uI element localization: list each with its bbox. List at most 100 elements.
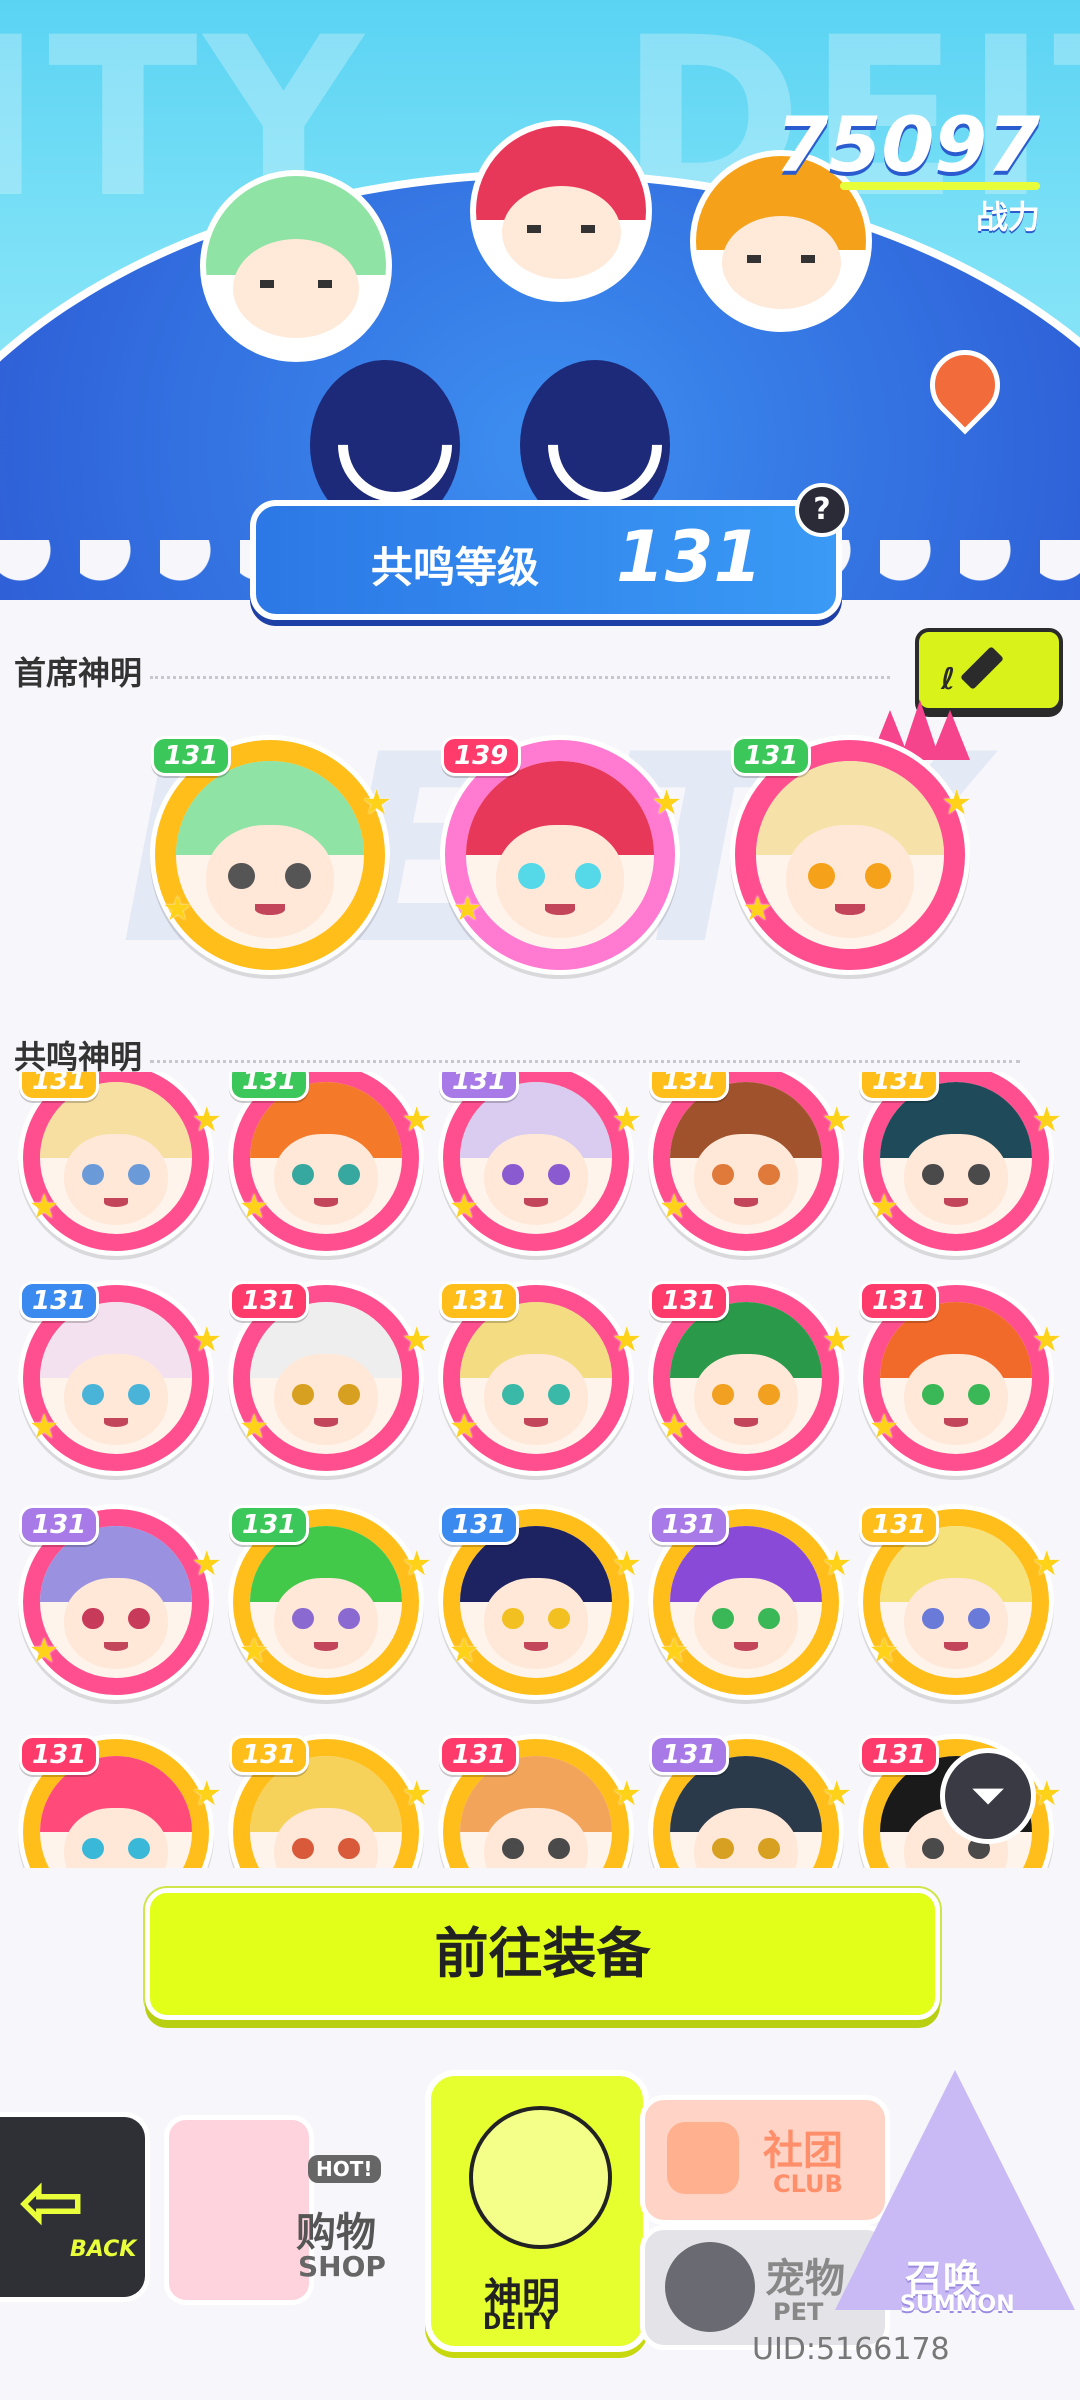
- pet-icon: [665, 2242, 755, 2332]
- deity-avatar: [669, 1525, 823, 1679]
- star-icon: ★: [162, 888, 193, 929]
- deity-face: [64, 1577, 168, 1670]
- deity-level-tag: 131: [439, 1072, 520, 1101]
- deity-mouth: [313, 1417, 339, 1427]
- deity-portrait[interactable]: 131 ★ ★: [648, 1504, 852, 1700]
- deity-avatar: [175, 760, 365, 950]
- deity-portrait[interactable]: 131 ★ ★: [18, 1072, 222, 1256]
- resonance-level-badge: 共鸣等级 131: [250, 500, 842, 620]
- deity-level-tag: 131: [649, 1281, 730, 1321]
- deity-eye: [502, 1608, 524, 1630]
- deity-eye: [292, 1608, 314, 1630]
- deity-portrait[interactable]: 131 ★ ★: [228, 1504, 432, 1700]
- deity-portrait[interactable]: 131 ★ ★: [438, 1504, 642, 1700]
- club-icon: [667, 2122, 739, 2194]
- help-button[interactable]: ?: [795, 483, 849, 537]
- deity-eye: [502, 1164, 524, 1186]
- deity-portrait[interactable]: 131 ★ ★: [648, 1072, 852, 1256]
- deity-avatar: [879, 1301, 1033, 1455]
- deity-avatar: [249, 1301, 403, 1455]
- deity-avatar: [459, 1301, 613, 1455]
- deity-level-tag: 131: [151, 736, 232, 776]
- deity-portrait[interactable]: 131 ★ ★: [18, 1504, 222, 1700]
- deity-mouth: [523, 1641, 549, 1651]
- star-icon: ★: [659, 1861, 689, 1868]
- hot-badge: HOT!: [308, 2155, 381, 2183]
- star-icon: ★: [401, 1100, 433, 1141]
- chibi-character-1[interactable]: [200, 170, 392, 362]
- nav-summon[interactable]: 召唤 SUMMON: [835, 2070, 1075, 2330]
- deity-avatar: [249, 1525, 403, 1679]
- deity-portrait[interactable]: 131 ★ ★: [858, 1072, 1062, 1256]
- vending-machine-icon: [164, 2115, 314, 2305]
- deity-avatar: [755, 760, 945, 950]
- star-icon: ★: [821, 1544, 853, 1585]
- combat-power-underline: [840, 182, 1040, 190]
- deity-portrait[interactable]: 131 ★ ★: [228, 1072, 432, 1256]
- deity-mouth: [523, 1197, 549, 1207]
- deity-level-tag: 131: [229, 1735, 310, 1775]
- back-button[interactable]: ⇦ BACK: [0, 2112, 150, 2302]
- deity-level-tag: 131: [649, 1505, 730, 1545]
- filter-button[interactable]: ⏷: [940, 1748, 1036, 1844]
- deity-portrait[interactable]: 131 ★ ★: [18, 1734, 222, 1868]
- deity-level-tag: 131: [731, 736, 812, 776]
- deity-level-tag: 131: [19, 1281, 100, 1321]
- deity-avatar: [459, 1081, 613, 1235]
- pencil-icon: [960, 646, 1004, 690]
- deity-portrait[interactable]: 131 ★ ★: [228, 1734, 432, 1868]
- deity-eye: [292, 1838, 314, 1860]
- go-equip-button[interactable]: 前往装备: [145, 1888, 940, 2020]
- deity-face: [274, 1353, 378, 1446]
- deity-portrait[interactable]: 131 ★ ★: [438, 1280, 642, 1476]
- deity-face: [694, 1577, 798, 1670]
- deity-portrait[interactable]: 139 ★ ★: [440, 735, 682, 975]
- deity-eye: [758, 1838, 780, 1860]
- star-icon: ★: [821, 1320, 853, 1361]
- deity-face: [64, 1133, 168, 1226]
- star-icon: ★: [28, 1186, 60, 1227]
- deity-eye: [128, 1608, 150, 1630]
- deity-avatar: [669, 1081, 823, 1235]
- resonance-level-value: 131: [616, 516, 763, 598]
- deity-level-tag: 131: [859, 1505, 940, 1545]
- deity-avatar: [879, 1081, 1033, 1235]
- deity-eye: [82, 1384, 104, 1406]
- deity-eye: [758, 1164, 780, 1186]
- section-divider: [150, 1060, 1020, 1063]
- deity-eye: [292, 1164, 314, 1186]
- star-icon: ★: [448, 1186, 480, 1227]
- deity-eye: [548, 1384, 570, 1406]
- star-icon: ★: [869, 1861, 899, 1868]
- nav-shop[interactable]: HOT! 购物 SHOP: [158, 2075, 408, 2310]
- deity-portrait[interactable]: 131 ★ ★: [228, 1280, 432, 1476]
- chibi-character-2[interactable]: [470, 120, 652, 302]
- deity-face: [785, 824, 915, 938]
- star-icon: ★: [1031, 1320, 1063, 1361]
- deity-portrait[interactable]: 131 ★ ★: [438, 1734, 642, 1868]
- deity-mouth: [943, 1417, 969, 1427]
- deity-level-tag: 131: [19, 1072, 100, 1101]
- deity-portrait[interactable]: 131 ★ ★: [18, 1280, 222, 1476]
- deity-portrait[interactable]: 131 ★ ★: [858, 1504, 1062, 1700]
- deity-face: [495, 824, 625, 938]
- star-icon: ★: [191, 1100, 223, 1141]
- deity-portrait[interactable]: 131 ★ ★: [648, 1280, 852, 1476]
- deity-portrait[interactable]: 131 ★ ★: [730, 735, 972, 975]
- deity-portrait[interactable]: 131 ★ ★: [438, 1072, 642, 1256]
- section-divider: [150, 676, 890, 679]
- resonance-deities-grid[interactable]: 131 ★ ★ 131 ★ ★ 131 ★ ★ 131 ★ ★ 131 ★ ★ 131 ★ ★ 131 ★ ★ 131 ★ ★…: [0, 1072, 1080, 1868]
- star-icon: ★: [449, 1861, 479, 1868]
- deity-portrait[interactable]: 131 ★ ★: [648, 1734, 852, 1868]
- star-icon: ★: [611, 1774, 643, 1815]
- deity-avatar: [459, 1525, 613, 1679]
- deity-avatar: [669, 1301, 823, 1455]
- deity-portrait[interactable]: 131 ★ ★: [858, 1280, 1062, 1476]
- deity-eye: [808, 862, 835, 889]
- star-icon: ★: [1031, 1100, 1063, 1141]
- deity-mouth: [733, 1417, 759, 1427]
- deity-face: [274, 1133, 378, 1226]
- deity-eye: [548, 1164, 570, 1186]
- nav-deity[interactable]: 神明 DEITY: [425, 2070, 649, 2352]
- deity-portrait[interactable]: 131 ★ ★: [150, 735, 392, 975]
